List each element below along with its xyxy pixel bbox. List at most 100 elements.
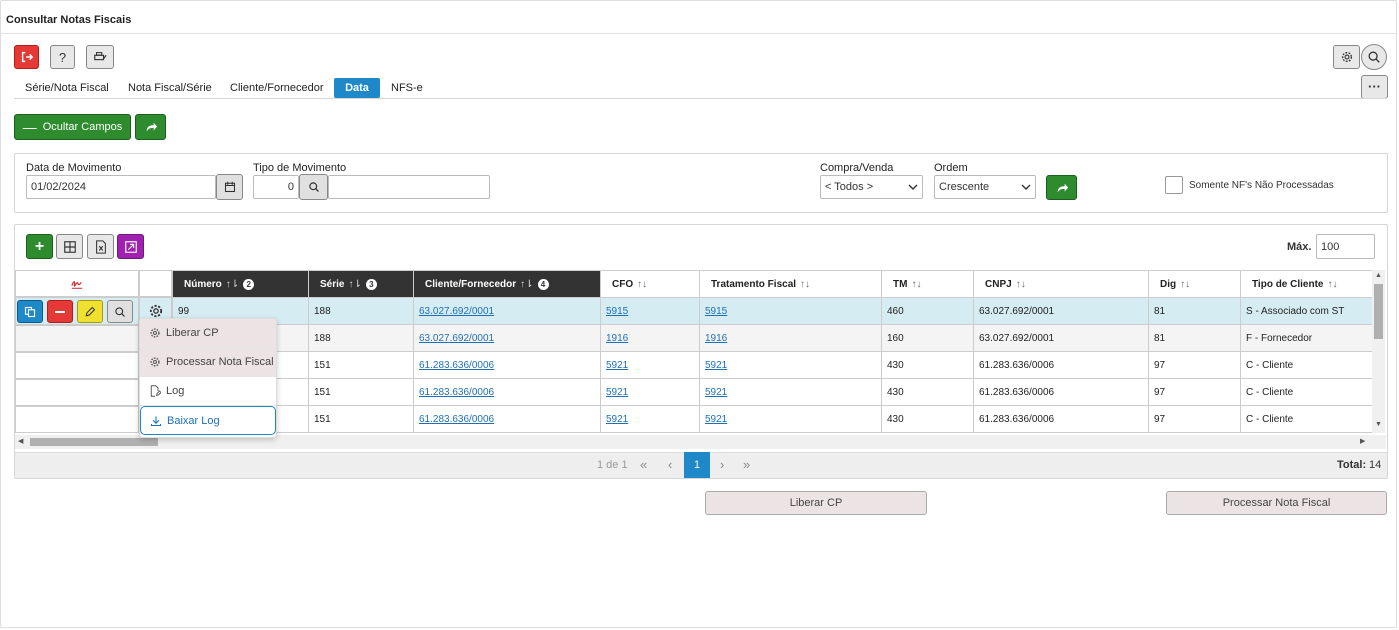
- minus-icon: [55, 310, 65, 313]
- first-page-icon[interactable]: «: [640, 457, 647, 472]
- delete-button[interactable]: [47, 300, 73, 323]
- cell-tipo: C - Cliente: [1240, 351, 1372, 379]
- tratamento-link[interactable]: 5921: [705, 414, 727, 425]
- print-button[interactable]: [86, 45, 114, 69]
- table-row[interactable]: 188 63.027.692/0001 1916 1916 160 63.027…: [172, 324, 1372, 352]
- ordem-value: Crescente: [939, 181, 990, 193]
- expand-button[interactable]: [117, 234, 144, 259]
- tab-serie-nota[interactable]: Série/Nota Fiscal: [17, 78, 117, 98]
- tab-nota-serie[interactable]: Nota Fiscal/Série: [120, 78, 220, 98]
- tipo-movimento-input[interactable]: 0: [253, 175, 299, 199]
- table-row[interactable]: 151 61.283.636/0006 5921 5921 430 61.283…: [172, 351, 1372, 379]
- col-numero[interactable]: Número ↑⇂ 2: [172, 270, 309, 298]
- col-tipo[interactable]: Tipo de Cliente ↑↓: [1240, 270, 1372, 298]
- tipo-movimento-search-button[interactable]: [299, 174, 328, 200]
- nao-processadas-checkbox[interactable]: [1165, 176, 1183, 194]
- col-tm[interactable]: TM ↑↓: [881, 270, 974, 298]
- table-row[interactable]: 151 61.283.636/0006 5921 5921 430 61.283…: [172, 405, 1372, 433]
- col-serie[interactable]: Série ↑⇂ 3: [308, 270, 414, 298]
- cfo-link[interactable]: 5921: [606, 387, 628, 398]
- table-row[interactable]: 151 61.283.636/0006 5921 5921 430 61.283…: [172, 378, 1372, 406]
- cfo-link[interactable]: 1916: [606, 333, 628, 344]
- menu-item-label: Liberar CP: [166, 327, 219, 339]
- tab-underline: [14, 98, 1387, 99]
- more-button[interactable]: ···: [1361, 75, 1388, 99]
- gear-icon: [1341, 51, 1352, 63]
- cfo-link[interactable]: 5921: [606, 414, 628, 425]
- cfo-link[interactable]: 5921: [606, 360, 628, 371]
- tratamento-link[interactable]: 5921: [705, 387, 727, 398]
- cliente-link[interactable]: 61.283.636/0006: [419, 387, 494, 398]
- cliente-link[interactable]: 63.027.692/0001: [419, 306, 494, 317]
- ordem-select[interactable]: Crescente: [934, 175, 1036, 199]
- data-movimento-input[interactable]: 01/02/2024: [26, 175, 216, 199]
- col-cliente[interactable]: Cliente/Fornecedor ↑⇂ 4: [413, 270, 601, 298]
- col-cfo[interactable]: CFO ↑↓: [600, 270, 700, 298]
- ordem-label: Ordem: [934, 162, 968, 174]
- row-actions: [15, 325, 139, 352]
- sort-icon: ↑⇂: [520, 278, 534, 290]
- menu-item-processar[interactable]: Processar Nota Fiscal: [140, 348, 276, 377]
- cell-cnpj: 63.027.692/0001: [973, 297, 1149, 325]
- sort-icon: ↑⇂: [348, 278, 362, 290]
- tratamento-link[interactable]: 1916: [705, 333, 727, 344]
- cell-tm: 460: [881, 297, 974, 325]
- last-page-icon[interactable]: »: [743, 457, 750, 472]
- scroll-down-icon[interactable]: ▼: [1375, 421, 1382, 428]
- horizontal-scroll-thumb[interactable]: [30, 438, 158, 446]
- tab-cliente-fornecedor[interactable]: Cliente/Fornecedor: [222, 78, 332, 98]
- cliente-link[interactable]: 61.283.636/0006: [419, 414, 494, 425]
- vertical-scroll-thumb[interactable]: [1374, 284, 1383, 339]
- next-page-icon[interactable]: ›: [720, 457, 724, 472]
- tab-data[interactable]: Data: [334, 78, 380, 98]
- excel-export-button[interactable]: [87, 234, 114, 259]
- prev-page-icon[interactable]: ‹: [668, 457, 672, 472]
- tab-nfse[interactable]: NFS-e: [383, 78, 431, 98]
- sort-icon: ↑↓: [1180, 278, 1191, 290]
- scroll-left-icon[interactable]: ◀: [18, 437, 23, 445]
- col-tm-label: TM: [893, 278, 908, 290]
- cliente-link[interactable]: 63.027.692/0001: [419, 333, 494, 344]
- settings-button[interactable]: [1333, 45, 1360, 69]
- col-cnpj[interactable]: CNPJ ↑↓: [973, 270, 1149, 298]
- cliente-link[interactable]: 61.283.636/0006: [419, 360, 494, 371]
- menu-item-liberar-cp[interactable]: Liberar CP: [140, 319, 276, 348]
- forward-button[interactable]: [135, 114, 166, 140]
- data-movimento-label: Data de Movimento: [26, 162, 122, 174]
- menu-column-header: [139, 270, 172, 297]
- apply-filter-button[interactable]: [1046, 175, 1077, 200]
- search-button[interactable]: [1361, 44, 1387, 70]
- scroll-up-icon[interactable]: ▲: [1375, 272, 1382, 279]
- processar-nota-button[interactable]: Processar Nota Fiscal: [1166, 491, 1387, 515]
- compra-venda-select[interactable]: < Todos >: [820, 175, 923, 199]
- menu-item-log[interactable]: Log: [140, 377, 276, 406]
- col-tipo-label: Tipo de Cliente: [1252, 278, 1324, 290]
- grid-view-button[interactable]: [56, 234, 83, 259]
- exit-button[interactable]: [14, 45, 39, 69]
- calendar-button[interactable]: [216, 174, 243, 200]
- max-input[interactable]: 100: [1316, 234, 1375, 259]
- page-number-current[interactable]: 1: [684, 452, 710, 478]
- cell-dig: 97: [1148, 405, 1241, 433]
- tratamento-link[interactable]: 5921: [705, 360, 727, 371]
- vertical-scrollbar[interactable]: ▲ ▼: [1372, 270, 1385, 433]
- liberar-cp-button[interactable]: Liberar CP: [705, 491, 927, 515]
- copy-button[interactable]: [17, 300, 43, 323]
- scroll-right-icon[interactable]: ▶: [1360, 437, 1365, 445]
- edit-button[interactable]: [77, 300, 103, 323]
- add-button[interactable]: +: [26, 234, 53, 259]
- gear-icon: [149, 304, 162, 318]
- table-row[interactable]: 99 188 63.027.692/0001 5915 5915 460 63.…: [172, 297, 1372, 325]
- col-dig[interactable]: Dig ↑↓: [1148, 270, 1241, 298]
- total-value: 14: [1369, 459, 1382, 471]
- view-button[interactable]: [107, 300, 133, 323]
- cfo-link[interactable]: 5915: [606, 306, 628, 317]
- menu-item-baixar-log[interactable]: Baixar Log: [140, 406, 276, 435]
- cell-tipo: S - Associado com ST: [1240, 297, 1372, 325]
- help-button[interactable]: ?: [50, 45, 75, 69]
- tratamento-link[interactable]: 5915: [705, 306, 727, 317]
- chevron-down-icon: [1021, 184, 1031, 190]
- hide-fields-button[interactable]: — Ocultar Campos: [14, 114, 131, 140]
- cell-dig: 81: [1148, 324, 1241, 352]
- col-tratamento[interactable]: Tratamento Fiscal ↑↓: [699, 270, 882, 298]
